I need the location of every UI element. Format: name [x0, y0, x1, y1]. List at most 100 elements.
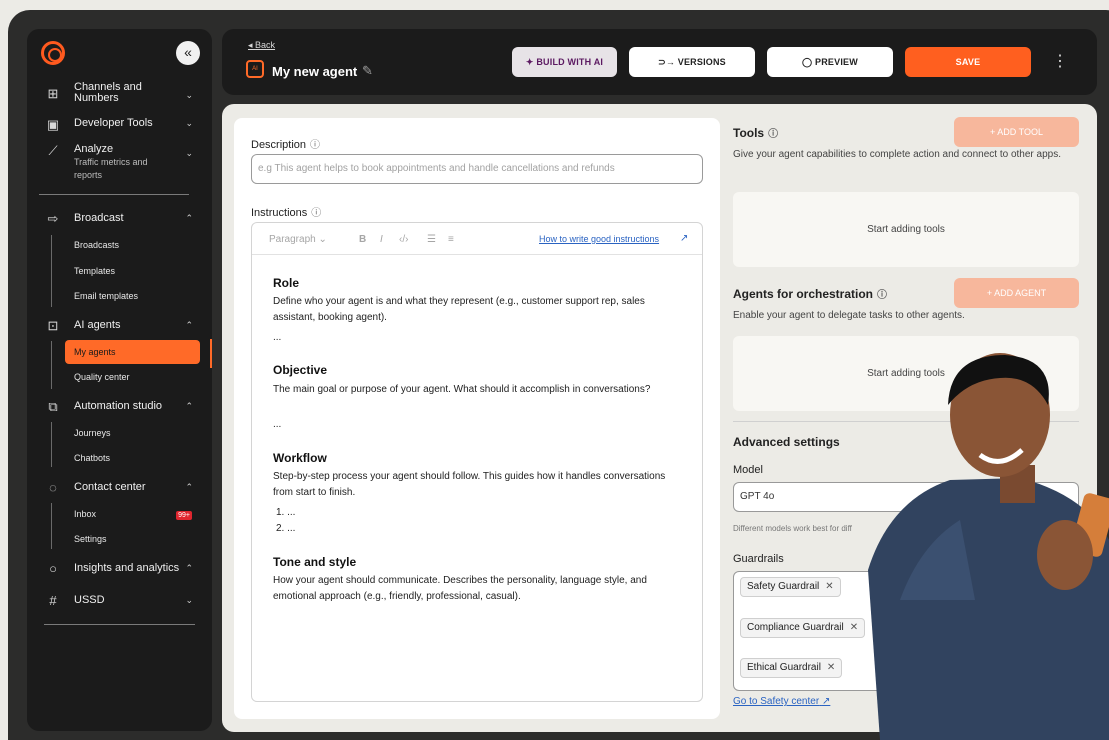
collapse-sidebar-button[interactable]: «	[176, 41, 200, 65]
section-ellipsis: ...	[273, 419, 282, 430]
section-body: Step-by-step process your agent should f…	[273, 471, 666, 498]
add-agent-button[interactable]: + ADD AGENT	[954, 278, 1079, 308]
sidebar-divider	[39, 194, 189, 195]
sidebar-item-ai-agents[interactable]: ⊡ AI agents ⌃	[27, 318, 212, 338]
chevron-up-icon: ⌃	[185, 563, 193, 573]
sidebar-subitem-broadcasts[interactable]: Broadcasts	[74, 240, 119, 250]
sidebar-item-ussd[interactable]: # USSD ⌄	[27, 593, 212, 613]
sidebar-subitem-templates[interactable]: Templates	[74, 266, 115, 276]
info-icon: ⓘ	[877, 290, 888, 301]
model-helper-text: Different models work best for diff	[733, 524, 852, 533]
list-item: 2. ...	[276, 523, 296, 534]
versions-icon: ⊃→	[658, 57, 678, 67]
sidebar-scrollbar[interactable]	[210, 339, 212, 368]
tools-description: Give your agent capabilities to complete…	[733, 149, 1061, 160]
sidebar-subitem-settings[interactable]: Settings	[74, 534, 107, 544]
sidebar: « ⊞ Channels and Numbers ⌄ ▣ Developer T…	[27, 29, 212, 731]
chat-icon: ◌	[49, 480, 57, 495]
agent-robot-icon: AI	[246, 60, 264, 78]
code-icon[interactable]: ‹/›	[399, 234, 408, 245]
sidebar-subitem-inbox[interactable]: Inbox	[74, 509, 96, 519]
list-item: 1. ...	[276, 507, 296, 518]
guardrail-chip[interactable]: Safety Guardrail ✕	[740, 577, 841, 597]
tools-title: Tools ⓘ	[733, 126, 779, 140]
sidebar-item-analyze[interactable]: ⟋ Analyze Traffic metrics and reports ⌄	[27, 143, 212, 181]
inbox-count-badge: 99+	[176, 511, 192, 520]
chevron-down-icon: ⌄	[185, 148, 193, 158]
description-label: Description ⓘ	[251, 139, 321, 151]
back-link[interactable]: ◂ Back	[248, 40, 275, 51]
chevron-up-icon: ⌃	[185, 320, 193, 330]
sidebar-subitem-quality-center[interactable]: Quality center	[74, 372, 130, 382]
paragraph-style-select[interactable]: Paragraph ⌄	[269, 234, 327, 245]
section-body: How your agent should communicate. Descr…	[273, 575, 647, 602]
section-title: Role	[273, 276, 300, 290]
guardrails-label: Guardrails	[733, 553, 784, 565]
orchestration-description: Enable your agent to delegate tasks to o…	[733, 310, 965, 321]
external-link-icon: ↗	[680, 233, 689, 244]
bold-icon[interactable]: B	[359, 234, 366, 245]
keypad-icon: #	[49, 593, 57, 608]
italic-icon[interactable]: I	[380, 234, 383, 245]
sidebar-subitem-chatbots[interactable]: Chatbots	[74, 453, 110, 463]
sidebar-item-developer-tools[interactable]: ▣ Developer Tools ⌄	[27, 117, 212, 136]
instructions-label: Instructions ⓘ	[251, 207, 322, 219]
model-label: Model	[733, 464, 763, 476]
sidebar-divider	[44, 624, 195, 625]
chevron-up-icon: ⌃	[185, 401, 193, 411]
chevron-down-icon: ⌄	[185, 595, 193, 605]
section-body: Define who your agent is and what they r…	[273, 296, 645, 323]
sidebar-item-broadcast[interactable]: ⇨ Broadcast ⌃	[27, 211, 212, 231]
sparkle-icon: ✦	[525, 57, 537, 67]
advanced-settings-title: Advanced settings	[733, 435, 840, 449]
chevron-up-icon: ⌃	[185, 482, 193, 492]
page-header: ◂ Back AI My new agent ✎ ✦ BUILD WITH AI…	[222, 29, 1097, 95]
close-icon: ✕	[825, 581, 834, 592]
sidebar-subitem-email-templates[interactable]: Email templates	[74, 291, 138, 301]
logo[interactable]	[41, 41, 65, 65]
section-body: The main goal or purpose of your agent. …	[273, 384, 651, 395]
tools-empty-state: Start adding tools	[733, 192, 1079, 267]
go-to-safety-center-link[interactable]: Go to Safety center ↗	[733, 696, 830, 707]
flow-icon: ⧉	[48, 399, 58, 414]
numbered-list-icon[interactable]: ≡	[448, 234, 454, 245]
section-ellipsis: ...	[273, 332, 282, 343]
section-title: Objective	[273, 363, 328, 377]
build-with-ai-button[interactable]: ✦ BUILD WITH AI	[512, 47, 617, 77]
sidebar-item-channels[interactable]: ⊞ Channels and Numbers ⌄	[27, 82, 212, 106]
guardrail-chip[interactable]: Compliance Guardrail ✕	[740, 618, 866, 638]
share-arrow-icon: ⇨	[47, 211, 59, 226]
sidebar-subitem-journeys[interactable]: Journeys	[74, 428, 111, 438]
editor-toolbar: Paragraph ⌄ B I ‹/› ☰ ≡ How to write goo…	[252, 223, 702, 255]
sidebar-item-contact-center[interactable]: ◌ Contact center ⌃	[27, 480, 212, 500]
code-window-icon: ▣	[46, 117, 60, 132]
grid-plus-icon: ⊞	[47, 86, 59, 101]
robot-icon: ⊡	[47, 318, 59, 333]
guardrail-chip[interactable]: Ethical Guardrail ✕	[740, 658, 843, 678]
save-button[interactable]: SAVE	[905, 47, 1031, 77]
info-icon: ⓘ	[768, 129, 779, 140]
more-options-icon[interactable]: ⋮	[1052, 51, 1068, 71]
description-input[interactable]: e.g This agent helps to book appointment…	[251, 154, 703, 184]
preview-button[interactable]: ◯ PREVIEW	[767, 47, 893, 77]
edit-pencil-icon[interactable]: ✎	[362, 63, 373, 79]
bulb-icon: ○	[49, 561, 57, 576]
add-tool-button[interactable]: + ADD TOOL	[954, 117, 1079, 147]
how-to-write-instructions-link[interactable]: How to write good instructions	[539, 234, 659, 244]
chevron-up-icon: ⌃	[185, 213, 193, 223]
versions-button[interactable]: ⊃→ VERSIONS	[629, 47, 755, 77]
chevron-down-icon: ⌄	[185, 90, 193, 100]
sidebar-subitem-my-agents[interactable]: My agents	[65, 340, 200, 364]
sidebar-item-insights[interactable]: ○ Insights and analytics ⌃	[27, 561, 212, 581]
close-icon: ✕	[826, 662, 836, 673]
double-chevron-left-icon: «	[184, 44, 192, 60]
sidebar-item-automation-studio[interactable]: ⧉ Automation studio ⌃	[27, 399, 212, 419]
page-title: My new agent	[272, 64, 358, 79]
bullet-list-icon[interactable]: ☰	[427, 234, 436, 245]
section-title: Workflow	[273, 451, 327, 465]
line-chart-icon: ⟋	[48, 143, 58, 158]
promo-person-photo	[868, 353, 1109, 740]
chevron-down-icon: ⌄	[185, 118, 193, 128]
info-icon: ⓘ	[310, 140, 321, 151]
info-icon: ⓘ	[311, 208, 322, 219]
